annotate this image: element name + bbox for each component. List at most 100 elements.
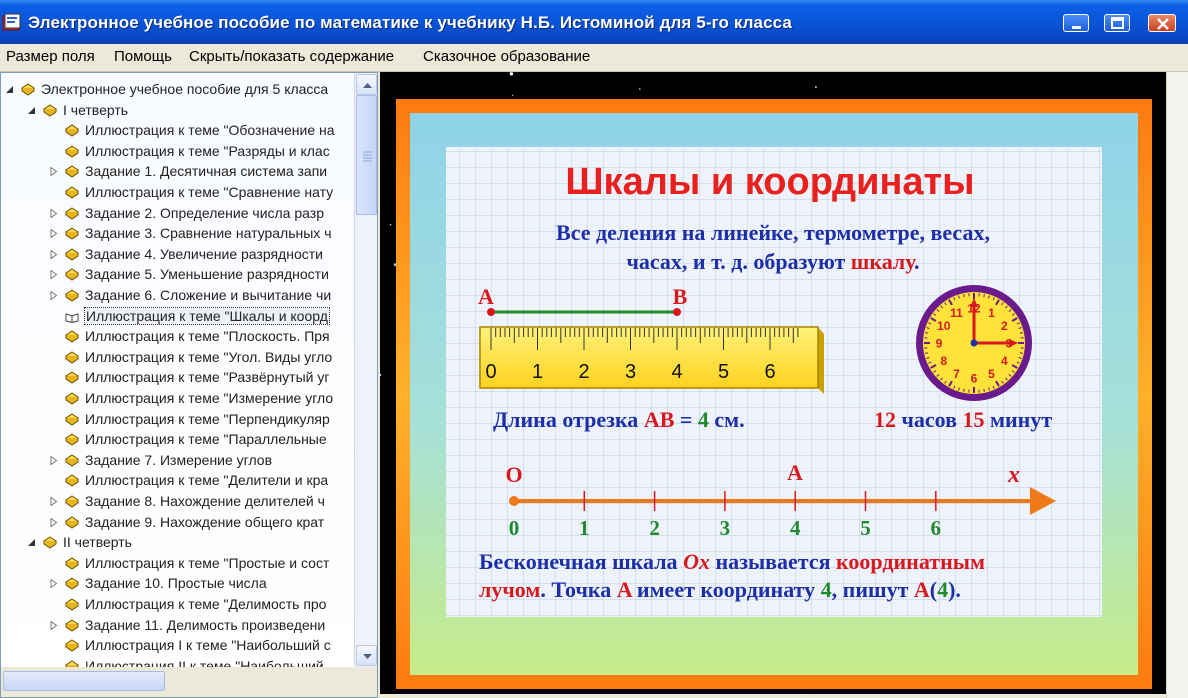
book-icon bbox=[65, 186, 79, 199]
ruler-number: 4 bbox=[671, 361, 682, 383]
ray-number: 4 bbox=[790, 516, 801, 540]
tree-item[interactable]: Задание 4. Увеличение разрядности bbox=[1, 245, 353, 265]
tree-expand-icon[interactable] bbox=[49, 579, 58, 589]
tree-expand-icon[interactable] bbox=[49, 229, 58, 239]
tree-item[interactable]: Иллюстрация к теме "Сравнение нату bbox=[1, 183, 353, 203]
ruler-number: 1 bbox=[532, 361, 543, 383]
chevron-up-icon bbox=[363, 83, 372, 88]
segment-label-b: B bbox=[673, 284, 688, 309]
clock-tick bbox=[924, 352, 929, 354]
tree-collapse-icon[interactable] bbox=[27, 538, 36, 547]
tree-item[interactable]: Иллюстрация к теме "Перпендикуляр bbox=[1, 410, 353, 430]
scroll-up-button[interactable] bbox=[356, 74, 377, 95]
tree-item[interactable]: Иллюстрация к теме "Плоскость. Пря bbox=[1, 327, 353, 347]
length-text-start: Длина отрезка bbox=[493, 407, 644, 432]
time-hours-word: часов bbox=[896, 407, 963, 432]
clock-center bbox=[970, 339, 978, 347]
menu-field-size[interactable]: Размер поля bbox=[6, 48, 95, 65]
tree-expand-icon[interactable] bbox=[49, 620, 58, 630]
tree-expand-icon[interactable] bbox=[49, 517, 58, 527]
tree-expand-icon[interactable] bbox=[49, 291, 58, 300]
title-bar[interactable]: Электронное учебное пособие по математик… bbox=[0, 0, 1188, 44]
minimize-button[interactable] bbox=[1063, 14, 1089, 32]
tree-item[interactable]: Иллюстрация к теме "Делители и кра bbox=[1, 471, 353, 491]
time-hours: 12 bbox=[874, 407, 896, 432]
book-icon bbox=[65, 289, 79, 302]
tree-item[interactable]: Иллюстрация к теме "Разряды и клас bbox=[1, 142, 353, 162]
tree-item[interactable]: Электронное учебное пособие для 5 класса bbox=[1, 80, 353, 100]
tree-item[interactable]: Задание 10. Простые числа bbox=[1, 574, 353, 594]
tree-item[interactable]: Задание 7. Измерение углов bbox=[1, 451, 353, 471]
tree-item[interactable]: Иллюстрация к теме "Обозначение на bbox=[1, 121, 353, 141]
scroll-thumb[interactable] bbox=[356, 95, 377, 215]
tree-item[interactable]: Задание 9. Нахождение общего крат bbox=[1, 513, 353, 533]
clock-tick bbox=[983, 388, 985, 393]
menu-fairy-education[interactable]: Сказочное образование bbox=[423, 48, 590, 65]
tree-item-label: Иллюстрация к теме "Параллельные bbox=[85, 431, 327, 448]
time-minutes-word: минут bbox=[985, 407, 1053, 432]
book-icon bbox=[43, 103, 57, 117]
tree-expand-icon[interactable] bbox=[49, 270, 58, 280]
tree-expand-icon[interactable] bbox=[49, 455, 58, 465]
book-icon bbox=[65, 330, 79, 343]
tree-item[interactable]: Иллюстрация к теме "Простые и сост bbox=[1, 554, 353, 574]
content-vertical-scrollbar[interactable] bbox=[1166, 72, 1188, 698]
tree-item[interactable]: Задание 6. Сложение и вычитание чи bbox=[1, 286, 353, 306]
tree-item[interactable]: Иллюстрация к теме "Угол. Виды угло bbox=[1, 348, 353, 368]
tree-expand-icon[interactable] bbox=[49, 208, 58, 218]
bottom-ox: Ox bbox=[683, 549, 710, 574]
tree-expand-icon[interactable] bbox=[49, 249, 58, 259]
tree-item[interactable]: Иллюстрация к теме "Шкалы и коорд bbox=[1, 306, 353, 327]
tree-item[interactable]: Задание 5. Уменьшение разрядности bbox=[1, 265, 353, 285]
book-icon bbox=[65, 598, 79, 611]
star bbox=[511, 94, 514, 97]
segment-label-a: A bbox=[478, 284, 494, 309]
clock-number: 1 bbox=[988, 306, 995, 320]
tree-item[interactable]: Иллюстрация I к теме "Наибольший с bbox=[1, 636, 353, 656]
tree-item[interactable]: Иллюстрация к теме "Параллельные bbox=[1, 430, 353, 450]
book-icon bbox=[65, 392, 79, 405]
tree-collapse-icon[interactable] bbox=[5, 85, 14, 94]
bottom-2-point: . Точка bbox=[540, 577, 616, 602]
ray-number: 5 bbox=[860, 516, 871, 540]
tree-item[interactable]: II четверть bbox=[1, 533, 353, 553]
ray-number: 1 bbox=[579, 516, 590, 540]
ruler-number: 2 bbox=[578, 361, 589, 383]
book-icon bbox=[65, 145, 79, 158]
tree-item[interactable]: Иллюстрация к теме "Делимость про bbox=[1, 595, 353, 615]
tree-vertical-scrollbar[interactable] bbox=[354, 73, 377, 667]
tree-item[interactable]: Иллюстрация к теме "Измерение угло bbox=[1, 389, 353, 409]
horizontal-scroll-thumb[interactable] bbox=[3, 671, 165, 691]
tree-item-label: Задание 1. Десятичная система запи bbox=[85, 163, 328, 180]
tree-item-label: Иллюстрация к теме "Делители и кра bbox=[85, 472, 329, 489]
tree-expand-icon[interactable] bbox=[49, 167, 58, 177]
tree-item[interactable]: I четверть bbox=[1, 101, 353, 121]
tree-expand-icon[interactable] bbox=[49, 497, 58, 506]
tree-item-label: Задание 11. Делимость произведени bbox=[85, 616, 326, 633]
book-icon bbox=[65, 577, 79, 590]
menu-toggle-contents[interactable]: Скрыть/показать содержание bbox=[189, 48, 394, 65]
tree-item[interactable]: Задание 2. Определение числа разр bbox=[1, 204, 353, 224]
tree-item[interactable]: Задание 11. Делимость произведени bbox=[1, 616, 353, 636]
tree-item[interactable]: Иллюстрация к теме "Развёрнутый уг bbox=[1, 368, 353, 388]
book-icon bbox=[65, 639, 79, 652]
ray-number: 0 bbox=[509, 516, 520, 540]
book-icon bbox=[65, 618, 79, 632]
tree-item[interactable]: Задание 8. Нахождение делителей ч bbox=[1, 492, 353, 512]
ruler-edge bbox=[818, 327, 824, 394]
close-button[interactable] bbox=[1148, 14, 1176, 32]
clock-time-text: 12 часов 15 минут bbox=[874, 407, 1052, 432]
tree-item[interactable]: Задание 1. Десятичная система запи bbox=[1, 162, 353, 182]
tree-item[interactable]: Задание 3. Сравнение натуральных ч bbox=[1, 224, 353, 244]
scroll-down-button[interactable] bbox=[356, 645, 377, 666]
book-icon bbox=[65, 433, 79, 446]
menu-help[interactable]: Помощь bbox=[114, 48, 172, 65]
ray-number: 2 bbox=[649, 516, 660, 540]
tree-horizontal-scrollbar[interactable] bbox=[1, 667, 377, 697]
book-icon bbox=[65, 557, 79, 570]
maximize-button[interactable] bbox=[1104, 14, 1130, 32]
close-icon bbox=[1157, 18, 1169, 30]
tree-collapse-icon[interactable] bbox=[27, 106, 36, 115]
tree-item-label: Иллюстрация к теме "Шкалы и коорд bbox=[84, 306, 330, 325]
bottom-paren-open: ( bbox=[930, 577, 937, 602]
